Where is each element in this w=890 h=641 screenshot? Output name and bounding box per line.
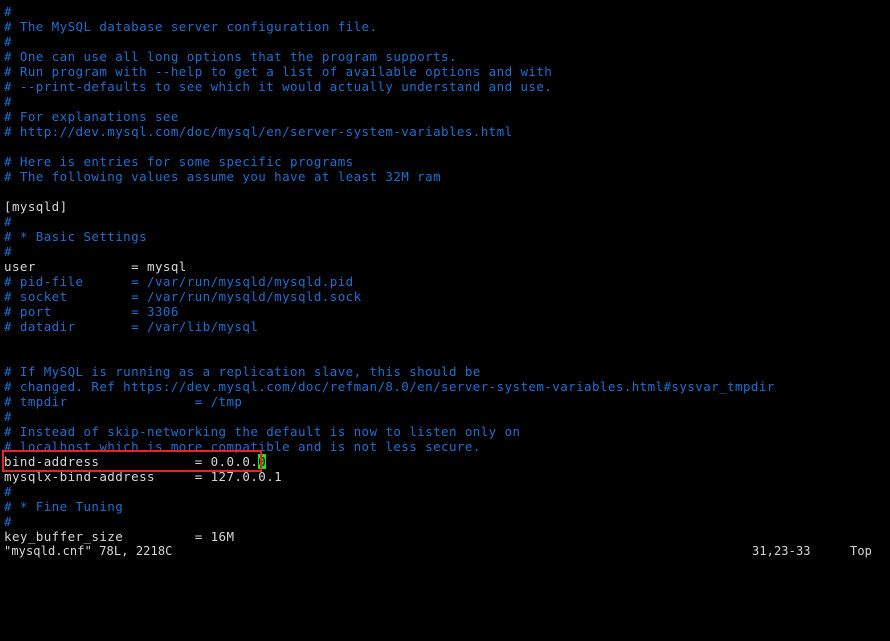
editor-line: # datadir = /var/lib/mysql — [4, 319, 259, 334]
editor-line: # localhost which is more compatible and… — [4, 439, 481, 454]
editor-line: # --print-defaults to see which it would… — [4, 79, 553, 94]
editor-line: # — [4, 409, 12, 424]
editor-line: # * Fine Tuning — [4, 499, 124, 514]
status-file-info: "mysqld.cnf" 78L, 2218C — [4, 544, 173, 558]
vim-editor-buffer[interactable]: # # The MySQL database server configurati… — [0, 0, 890, 544]
editor-line: # port = 3306 — [4, 304, 179, 319]
editor-line: # * Basic Settings — [4, 229, 148, 244]
editor-line: # changed. Ref https://dev.mysql.com/doc… — [4, 379, 775, 394]
editor-line: # For explanations see — [4, 109, 179, 124]
editor-line: # Here is entries for some specific prog… — [4, 154, 354, 169]
editor-line: # — [4, 484, 12, 499]
editor-line: # pid-file = /var/run/mysqld/mysqld.pid — [4, 274, 354, 289]
editor-line: # The MySQL database server configuratio… — [4, 19, 378, 34]
editor-line: # socket = /var/run/mysqld/mysqld.sock — [4, 289, 362, 304]
vim-status-line: "mysqld.cnf" 78L, 2218C 31,23-33 Top — [0, 541, 890, 561]
editor-line: # — [4, 34, 12, 49]
editor-line: # — [4, 4, 12, 19]
editor-line: # — [4, 514, 12, 529]
editor-line: # — [4, 94, 12, 109]
editor-line: mysqlx-bind-address = 127.0.0.1 — [4, 469, 283, 484]
editor-line: # Run program with --help to get a list … — [4, 64, 553, 79]
editor-line: # One can use all long options that the … — [4, 49, 457, 64]
status-scroll-position: Top — [850, 544, 872, 558]
editor-line: user = mysql — [4, 259, 187, 274]
terminal-window: # # The MySQL database server configurati… — [0, 0, 890, 573]
status-cursor-position: 31,23-33 — [752, 544, 811, 558]
editor-line: # Instead of skip-networking the default… — [4, 424, 521, 439]
editor-line: # The following values assume you have a… — [4, 169, 442, 184]
editor-line: # — [4, 244, 12, 259]
editor-line: [mysqld] — [4, 199, 68, 214]
editor-line: # — [4, 214, 12, 229]
text-cursor: 0 — [258, 454, 267, 469]
editor-line: # http://dev.mysql.com/doc/mysql/en/serv… — [4, 124, 513, 139]
editor-line: # tmpdir = /tmp — [4, 394, 243, 409]
editor-line: # If MySQL is running as a replication s… — [4, 364, 481, 379]
editor-line: bind-address = 0.0.0.0 — [4, 454, 267, 469]
